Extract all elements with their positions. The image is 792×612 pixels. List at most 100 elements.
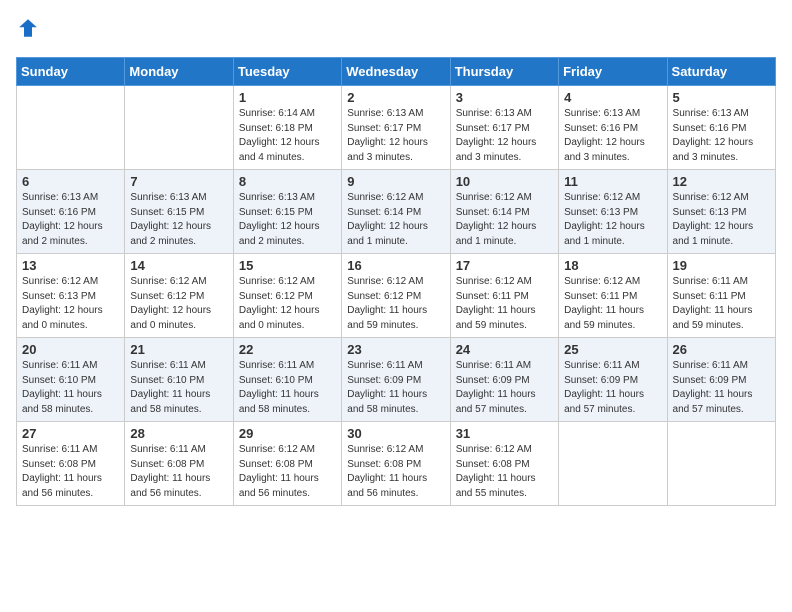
day-info: Sunrise: 6:13 AM Sunset: 6:16 PM Dayligh…	[673, 107, 770, 165]
calendar-cell: 30 Sunrise: 6:12 AM Sunset: 6:08 PM Dayli…	[342, 422, 450, 506]
calendar-cell: 11 Sunrise: 6:12 AM Sunset: 6:13 PM Dayli…	[559, 170, 667, 254]
logo-icon	[16, 16, 40, 40]
calendar-cell: 10 Sunrise: 6:12 AM Sunset: 6:14 PM Dayli…	[450, 170, 558, 254]
day-number: 1	[239, 90, 336, 105]
day-number: 5	[673, 90, 770, 105]
day-info: Sunrise: 6:12 AM Sunset: 6:13 PM Dayligh…	[22, 275, 119, 333]
day-info: Sunrise: 6:11 AM Sunset: 6:09 PM Dayligh…	[564, 359, 661, 417]
day-info: Sunrise: 6:11 AM Sunset: 6:08 PM Dayligh…	[130, 443, 227, 501]
calendar-cell: 6 Sunrise: 6:13 AM Sunset: 6:16 PM Daylig…	[17, 170, 125, 254]
day-info: Sunrise: 6:12 AM Sunset: 6:13 PM Dayligh…	[564, 191, 661, 249]
day-number: 31	[456, 426, 553, 441]
day-info: Sunrise: 6:11 AM Sunset: 6:09 PM Dayligh…	[673, 359, 770, 417]
col-header-friday: Friday	[559, 58, 667, 86]
day-number: 13	[22, 258, 119, 273]
day-number: 10	[456, 174, 553, 189]
day-number: 29	[239, 426, 336, 441]
day-number: 20	[22, 342, 119, 357]
day-number: 9	[347, 174, 444, 189]
calendar-cell: 21 Sunrise: 6:11 AM Sunset: 6:10 PM Dayli…	[125, 338, 233, 422]
calendar-cell	[559, 422, 667, 506]
calendar-cell: 9 Sunrise: 6:12 AM Sunset: 6:14 PM Daylig…	[342, 170, 450, 254]
day-info: Sunrise: 6:11 AM Sunset: 6:10 PM Dayligh…	[22, 359, 119, 417]
day-info: Sunrise: 6:11 AM Sunset: 6:08 PM Dayligh…	[22, 443, 119, 501]
calendar-cell: 16 Sunrise: 6:12 AM Sunset: 6:12 PM Dayli…	[342, 254, 450, 338]
day-info: Sunrise: 6:12 AM Sunset: 6:12 PM Dayligh…	[347, 275, 444, 333]
col-header-monday: Monday	[125, 58, 233, 86]
day-info: Sunrise: 6:12 AM Sunset: 6:11 PM Dayligh…	[564, 275, 661, 333]
day-number: 15	[239, 258, 336, 273]
day-info: Sunrise: 6:13 AM Sunset: 6:16 PM Dayligh…	[22, 191, 119, 249]
day-number: 28	[130, 426, 227, 441]
day-number: 30	[347, 426, 444, 441]
day-number: 16	[347, 258, 444, 273]
calendar-cell: 15 Sunrise: 6:12 AM Sunset: 6:12 PM Dayli…	[233, 254, 341, 338]
day-info: Sunrise: 6:12 AM Sunset: 6:14 PM Dayligh…	[456, 191, 553, 249]
day-number: 18	[564, 258, 661, 273]
day-info: Sunrise: 6:11 AM Sunset: 6:10 PM Dayligh…	[239, 359, 336, 417]
calendar-cell: 25 Sunrise: 6:11 AM Sunset: 6:09 PM Dayli…	[559, 338, 667, 422]
day-number: 21	[130, 342, 227, 357]
calendar-cell: 13 Sunrise: 6:12 AM Sunset: 6:13 PM Dayli…	[17, 254, 125, 338]
calendar-cell: 20 Sunrise: 6:11 AM Sunset: 6:10 PM Dayli…	[17, 338, 125, 422]
calendar-cell: 8 Sunrise: 6:13 AM Sunset: 6:15 PM Daylig…	[233, 170, 341, 254]
calendar-cell: 28 Sunrise: 6:11 AM Sunset: 6:08 PM Dayli…	[125, 422, 233, 506]
col-header-sunday: Sunday	[17, 58, 125, 86]
calendar-cell: 19 Sunrise: 6:11 AM Sunset: 6:11 PM Dayli…	[667, 254, 775, 338]
day-info: Sunrise: 6:14 AM Sunset: 6:18 PM Dayligh…	[239, 107, 336, 165]
day-info: Sunrise: 6:12 AM Sunset: 6:12 PM Dayligh…	[130, 275, 227, 333]
day-info: Sunrise: 6:11 AM Sunset: 6:09 PM Dayligh…	[347, 359, 444, 417]
calendar-cell: 24 Sunrise: 6:11 AM Sunset: 6:09 PM Dayli…	[450, 338, 558, 422]
day-number: 7	[130, 174, 227, 189]
day-info: Sunrise: 6:13 AM Sunset: 6:15 PM Dayligh…	[130, 191, 227, 249]
calendar-header: SundayMondayTuesdayWednesdayThursdayFrid…	[17, 58, 776, 86]
day-number: 22	[239, 342, 336, 357]
page-header	[16, 16, 776, 45]
calendar-cell: 5 Sunrise: 6:13 AM Sunset: 6:16 PM Daylig…	[667, 86, 775, 170]
calendar-cell: 4 Sunrise: 6:13 AM Sunset: 6:16 PM Daylig…	[559, 86, 667, 170]
col-header-thursday: Thursday	[450, 58, 558, 86]
calendar-cell: 14Sunrise: 6:12 AM Sunset: 6:12 PM Dayli…	[125, 254, 233, 338]
calendar-cell	[125, 86, 233, 170]
calendar-cell: 27 Sunrise: 6:11 AM Sunset: 6:08 PM Dayli…	[17, 422, 125, 506]
day-info: Sunrise: 6:11 AM Sunset: 6:09 PM Dayligh…	[456, 359, 553, 417]
calendar-cell: 3 Sunrise: 6:13 AM Sunset: 6:17 PM Daylig…	[450, 86, 558, 170]
day-number: 11	[564, 174, 661, 189]
calendar-cell: 1 Sunrise: 6:14 AM Sunset: 6:18 PM Daylig…	[233, 86, 341, 170]
day-info: Sunrise: 6:12 AM Sunset: 6:08 PM Dayligh…	[347, 443, 444, 501]
calendar-cell: 18 Sunrise: 6:12 AM Sunset: 6:11 PM Dayli…	[559, 254, 667, 338]
day-number: 19	[673, 258, 770, 273]
day-number: 6	[22, 174, 119, 189]
calendar-cell: 26 Sunrise: 6:11 AM Sunset: 6:09 PM Dayli…	[667, 338, 775, 422]
calendar-cell: 31 Sunrise: 6:12 AM Sunset: 6:08 PM Dayli…	[450, 422, 558, 506]
day-info: Sunrise: 6:13 AM Sunset: 6:17 PM Dayligh…	[456, 107, 553, 165]
logo	[16, 16, 44, 45]
day-number: 23	[347, 342, 444, 357]
calendar-cell: 7 Sunrise: 6:13 AM Sunset: 6:15 PM Daylig…	[125, 170, 233, 254]
day-info: Sunrise: 6:12 AM Sunset: 6:08 PM Dayligh…	[239, 443, 336, 501]
col-header-saturday: Saturday	[667, 58, 775, 86]
calendar-cell: 22 Sunrise: 6:11 AM Sunset: 6:10 PM Dayli…	[233, 338, 341, 422]
day-info: Sunrise: 6:12 AM Sunset: 6:11 PM Dayligh…	[456, 275, 553, 333]
day-number: 25	[564, 342, 661, 357]
col-header-wednesday: Wednesday	[342, 58, 450, 86]
day-info: Sunrise: 6:12 AM Sunset: 6:08 PM Dayligh…	[456, 443, 553, 501]
day-info: Sunrise: 6:12 AM Sunset: 6:12 PM Dayligh…	[239, 275, 336, 333]
day-number: 12	[673, 174, 770, 189]
day-number: 2	[347, 90, 444, 105]
day-info: Sunrise: 6:12 AM Sunset: 6:14 PM Dayligh…	[347, 191, 444, 249]
day-info: Sunrise: 6:13 AM Sunset: 6:15 PM Dayligh…	[239, 191, 336, 249]
calendar-cell: 23 Sunrise: 6:11 AM Sunset: 6:09 PM Dayli…	[342, 338, 450, 422]
day-info: Sunrise: 6:11 AM Sunset: 6:11 PM Dayligh…	[673, 275, 770, 333]
day-info: Sunrise: 6:13 AM Sunset: 6:16 PM Dayligh…	[564, 107, 661, 165]
day-number: 27	[22, 426, 119, 441]
day-number: 3	[456, 90, 553, 105]
day-number: 24	[456, 342, 553, 357]
calendar-cell	[17, 86, 125, 170]
day-number: 8	[239, 174, 336, 189]
calendar-cell	[667, 422, 775, 506]
day-info: Sunrise: 6:11 AM Sunset: 6:10 PM Dayligh…	[130, 359, 227, 417]
day-number: 26	[673, 342, 770, 357]
calendar-table: SundayMondayTuesdayWednesdayThursdayFrid…	[16, 57, 776, 506]
day-number: 4	[564, 90, 661, 105]
